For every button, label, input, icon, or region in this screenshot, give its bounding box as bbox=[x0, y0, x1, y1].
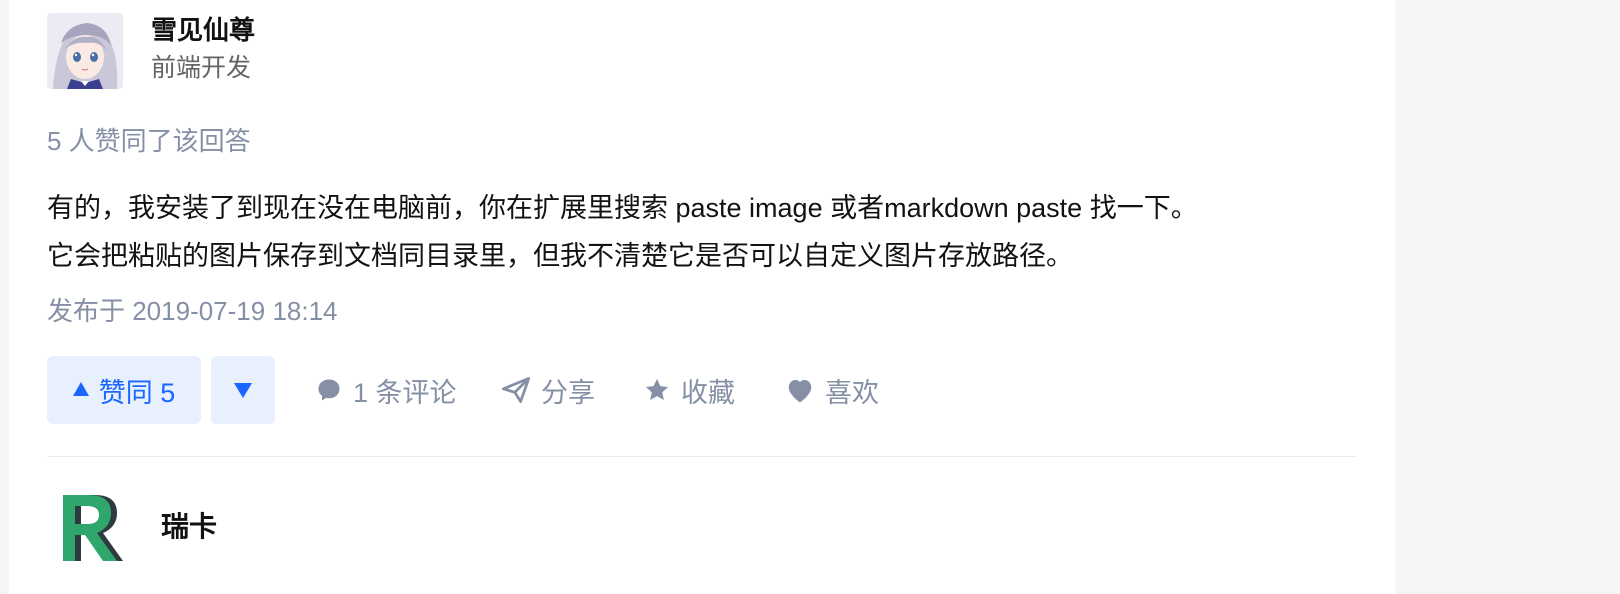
r-letter-logo-icon bbox=[47, 487, 127, 567]
next-author-name[interactable]: 瑞卡 bbox=[161, 509, 217, 545]
share-button[interactable]: 分享 bbox=[501, 356, 595, 424]
author-avatar[interactable] bbox=[47, 13, 123, 89]
heart-icon bbox=[785, 376, 815, 404]
answer-content: 有的，我安装了到现在没在电脑前，你在扩展里搜索 paste image 或者ma… bbox=[47, 184, 1357, 280]
author-name[interactable]: 雪见仙尊 bbox=[151, 13, 255, 47]
paper-plane-icon bbox=[501, 376, 531, 404]
vote-up-label: 赞同 5 bbox=[98, 377, 176, 408]
author-headline: 前端开发 bbox=[151, 54, 252, 82]
answer-card: 雪见仙尊 前端开发 5 人赞同了该回答 有的，我安装了到现在没在电脑前，你在扩展… bbox=[9, 0, 1395, 594]
like-button[interactable]: 喜欢 bbox=[785, 356, 879, 424]
answer-divider bbox=[47, 456, 1357, 457]
anime-avatar-icon bbox=[47, 13, 123, 89]
favorite-button[interactable]: 收藏 bbox=[643, 356, 735, 424]
share-label: 分享 bbox=[541, 377, 595, 408]
vote-down-button[interactable] bbox=[211, 356, 275, 424]
next-author-avatar[interactable] bbox=[47, 487, 127, 567]
answer-paragraph: 它会把粘贴的图片保存到文档同目录里，但我不清楚它是否可以自定义图片存放路径。 bbox=[47, 241, 1073, 271]
vote-up-button[interactable]: 赞同 5 bbox=[47, 356, 201, 424]
triangle-up-icon bbox=[72, 382, 89, 396]
favorite-label: 收藏 bbox=[681, 377, 735, 408]
triangle-down-icon bbox=[234, 382, 252, 398]
star-icon bbox=[643, 376, 671, 404]
voters-count[interactable]: 5 人赞同了该回答 bbox=[47, 124, 251, 158]
action-bar: 赞同 5 1 条评论 分享 收藏 喜欢 bbox=[47, 356, 1357, 424]
comment-label: 1 条评论 bbox=[353, 377, 457, 408]
comment-button[interactable]: 1 条评论 bbox=[315, 356, 457, 424]
comment-bubble-icon bbox=[315, 376, 343, 404]
publish-time[interactable]: 发布于 2019-07-19 18:14 bbox=[47, 294, 338, 328]
like-label: 喜欢 bbox=[825, 377, 879, 408]
answer-paragraph: 有的，我安装了到现在没在电脑前，你在扩展里搜索 paste image 或者ma… bbox=[47, 193, 1198, 223]
